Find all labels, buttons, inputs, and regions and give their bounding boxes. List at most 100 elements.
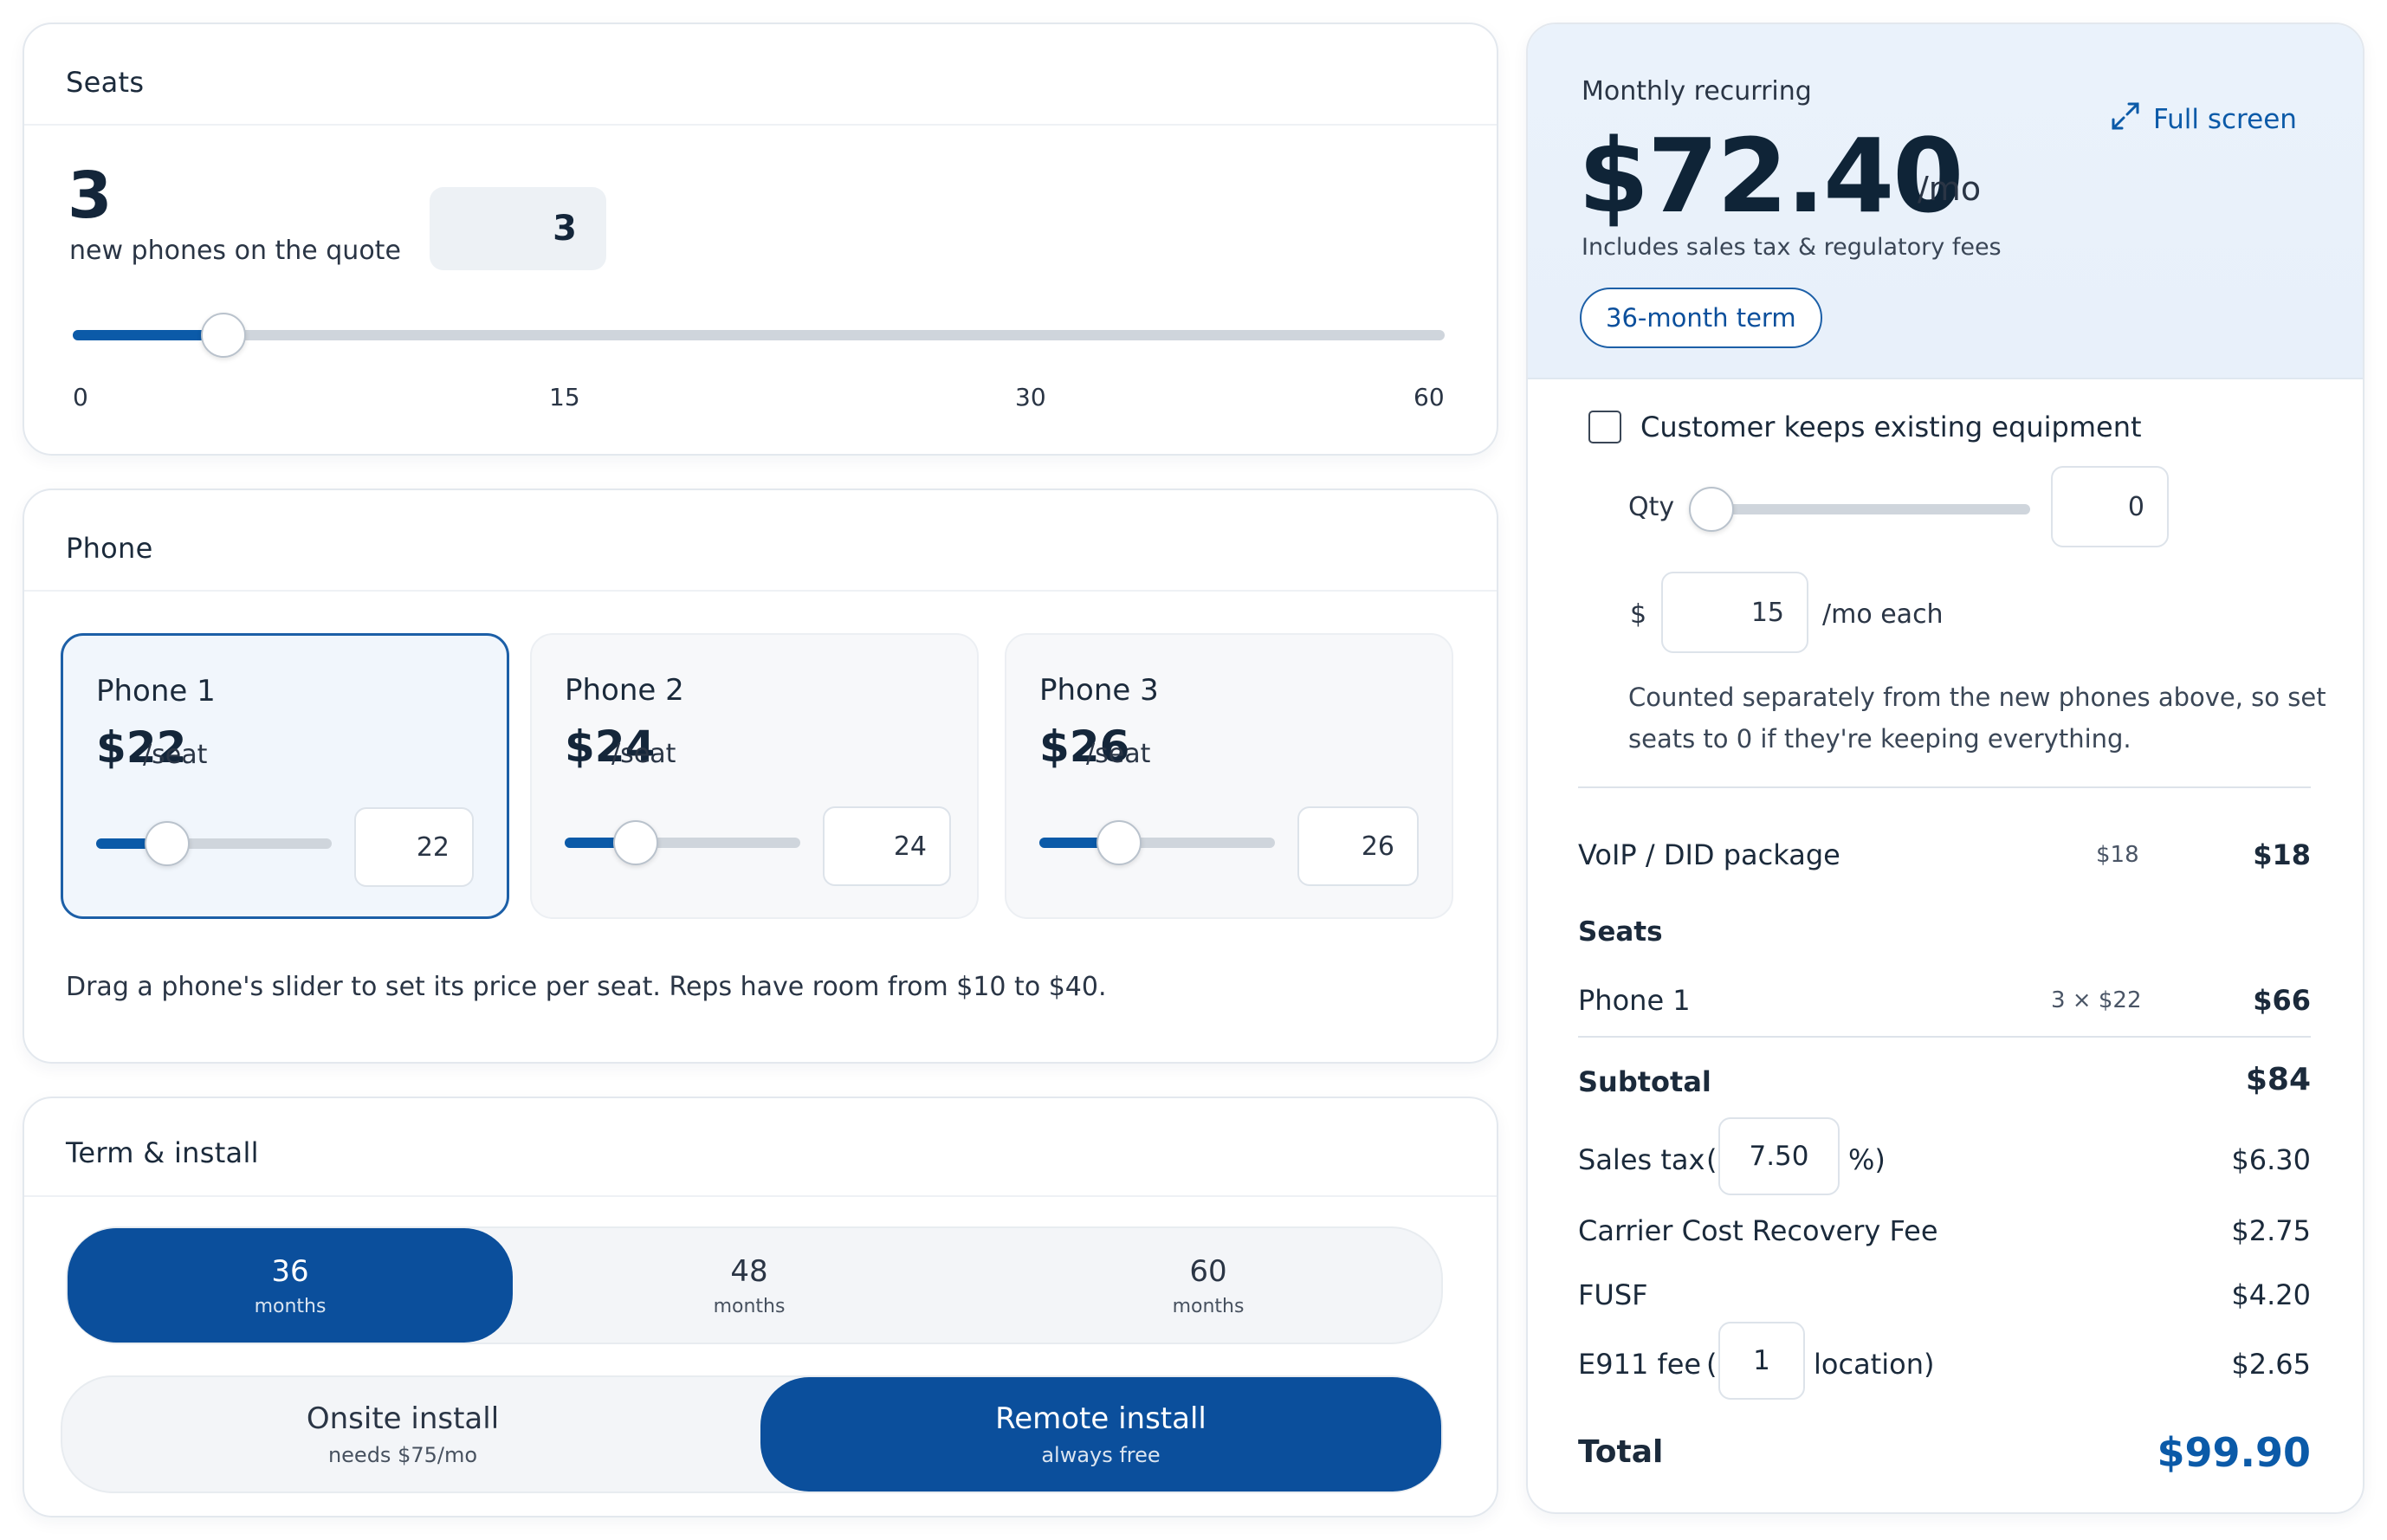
voip-amount: $18 (2253, 838, 2311, 871)
term-option-value: 48 (730, 1253, 768, 1289)
term-option-value: 60 (1189, 1253, 1227, 1289)
keep-equipment-checkbox[interactable] (1588, 411, 1621, 443)
phone-tile-3[interactable]: Phone 3 $26 /seat 26 (1005, 633, 1453, 919)
voip-unit-price: $18 (2096, 842, 2139, 868)
qty-slider-thumb[interactable] (1689, 487, 1734, 532)
phone-price-slider[interactable] (96, 821, 332, 866)
subtotal-amount: $84 (2245, 1062, 2311, 1097)
install-option-label: Remote install (995, 1401, 1206, 1436)
phone-tile-name: Phone 3 (1039, 673, 1159, 708)
phone-hint: Drag a phone's slider to set its price p… (66, 972, 1107, 1002)
seats-header-label: Seats (1578, 916, 1663, 948)
seats-count: 3 (68, 159, 113, 233)
qty-label: Qty (1628, 492, 1675, 522)
full-screen-label: Full screen (2153, 104, 2297, 135)
e911-label: E911 fee (1578, 1348, 1702, 1381)
term-option-60[interactable]: 60 months (986, 1228, 1431, 1343)
phone-price-input-value: 24 (893, 831, 927, 862)
dollar-sign: $ (1630, 599, 1647, 630)
phone-price-input-value: 26 (1361, 831, 1394, 862)
phone-tile-name: Phone 1 (96, 674, 216, 709)
fusf-line: FUSF $4.20 (1578, 1278, 2311, 1311)
equipment-price-value: 15 (1750, 597, 1784, 628)
term-option-value: 36 (271, 1253, 309, 1289)
phone-title: Phone (66, 532, 153, 565)
sales-tax-amount: $6.30 (2231, 1143, 2311, 1176)
monthly-heading: Monthly recurring (1582, 76, 1812, 107)
install-selector: Onsite install needs $75/mo Remote insta… (61, 1375, 1443, 1493)
sales-tax-value: 7.50 (1749, 1141, 1809, 1172)
ccrf-label: Carrier Cost Recovery Fee (1578, 1214, 1938, 1247)
onsite-install-option[interactable]: Onsite install needs $75/mo (62, 1377, 743, 1491)
term-badge: 36-month term (1580, 288, 1822, 348)
term-option-48[interactable]: 48 months (527, 1228, 972, 1343)
sales-tax-label: Sales tax (1578, 1143, 1705, 1176)
term-selector: 36 months 48 months 60 months (66, 1226, 1443, 1344)
fusf-amount: $4.20 (2231, 1278, 2311, 1311)
voip-label: VoIP / DID package (1578, 838, 1840, 871)
qty-input-value: 0 (2127, 491, 2144, 522)
monthly-note: Includes sales tax & regulatory fees (1582, 234, 2002, 261)
voip-line: VoIP / DID package $18 $18 (1578, 838, 2311, 871)
phone-price-input-value: 22 (416, 831, 450, 863)
term-card: Term & install 36 months 48 months 60 mo… (23, 1097, 1498, 1517)
qty-slider[interactable] (1689, 487, 2030, 532)
phone-card: Phone Phone 1 $22 /seat 22 Phone 2 $24 /… (23, 489, 1498, 1064)
ccrf-amount: $2.75 (2231, 1214, 2311, 1247)
divider (1578, 786, 2311, 788)
equipment-price-input[interactable]: 15 (1661, 572, 1808, 653)
phone-price-slider-thumb[interactable] (1096, 820, 1142, 865)
remote-install-option[interactable]: Remote install always free (760, 1377, 1441, 1491)
seats-title: Seats (66, 66, 145, 99)
subtotal-line: Subtotal $84 (1578, 1062, 2311, 1098)
e911-locations-value: 1 (1753, 1345, 1770, 1376)
term-option-36[interactable]: 36 months (68, 1228, 513, 1343)
phone-tile-1[interactable]: Phone 1 $22 /seat 22 (61, 633, 509, 919)
phone-tile-name: Phone 2 (565, 673, 684, 708)
seats-caption: new phones on the quote (69, 236, 401, 266)
phone-price-input[interactable]: 26 (1297, 806, 1419, 886)
phone-tile-unit: /seat (611, 739, 676, 769)
total-amount: $99.90 (2157, 1429, 2311, 1476)
phone-price-input[interactable]: 24 (823, 806, 951, 886)
phone-price-slider-thumb[interactable] (145, 821, 190, 866)
sales-tax-paren-close: %) (1848, 1143, 1886, 1176)
e911-line: E911 fee ( 1 location) $2.65 (1578, 1322, 2311, 1400)
seats-input[interactable]: 3 (430, 187, 606, 270)
e911-locations-input[interactable]: 1 (1718, 1322, 1805, 1400)
divider (24, 1195, 1497, 1197)
phone-tile-2[interactable]: Phone 2 $24 /seat 24 (530, 633, 979, 919)
phone-price-input[interactable]: 22 (354, 807, 474, 887)
term-badge-text: 36-month term (1606, 303, 1796, 333)
seats-tick-label: 15 (549, 383, 580, 411)
fusf-label: FUSF (1578, 1278, 1648, 1311)
phone-tile-unit: /seat (1086, 739, 1151, 769)
full-screen-button[interactable]: Full screen (2110, 100, 2297, 139)
term-option-label: months (1172, 1295, 1245, 1317)
qty-input[interactable]: 0 (2051, 466, 2169, 547)
seats-slider[interactable] (73, 313, 1445, 358)
phone-line-label: Phone 1 (1578, 984, 1691, 1017)
seats-tick-label: 30 (1015, 383, 1046, 411)
equipment-note-line-2: seats to 0 if they're keeping everything… (1628, 724, 2131, 754)
expand-icon (2110, 100, 2141, 139)
total-line: Total $99.90 (1578, 1429, 2311, 1476)
phone-tile-unit: /seat (143, 740, 208, 770)
total-label: Total (1578, 1434, 1664, 1470)
e911-paren-close: location) (1814, 1348, 1935, 1381)
monthly-amount: $72.40 (1578, 116, 1963, 236)
ccrf-line: Carrier Cost Recovery Fee $2.75 (1578, 1214, 2311, 1247)
quote-summary-panel: Monthly recurring $72.40 /mo Includes sa… (1526, 23, 2364, 1514)
sales-tax-paren-open: ( (1706, 1143, 1717, 1176)
phone-price-slider-thumb[interactable] (613, 820, 658, 865)
phone-price-slider[interactable] (565, 820, 800, 865)
divider (24, 124, 1497, 126)
sales-tax-line: Sales tax ( 7.50 %) $6.30 (1578, 1117, 2311, 1195)
sales-tax-input[interactable]: 7.50 (1718, 1117, 1840, 1195)
seats-tick-label: 60 (1413, 383, 1445, 411)
equipment-note-line-1: Counted separately from the new phones a… (1628, 683, 2326, 712)
seats-section-header: Seats (1578, 916, 2311, 948)
seats-slider-thumb[interactable] (201, 313, 246, 358)
phone-price-slider[interactable] (1039, 820, 1275, 865)
subtotal-label: Subtotal (1578, 1065, 1711, 1098)
